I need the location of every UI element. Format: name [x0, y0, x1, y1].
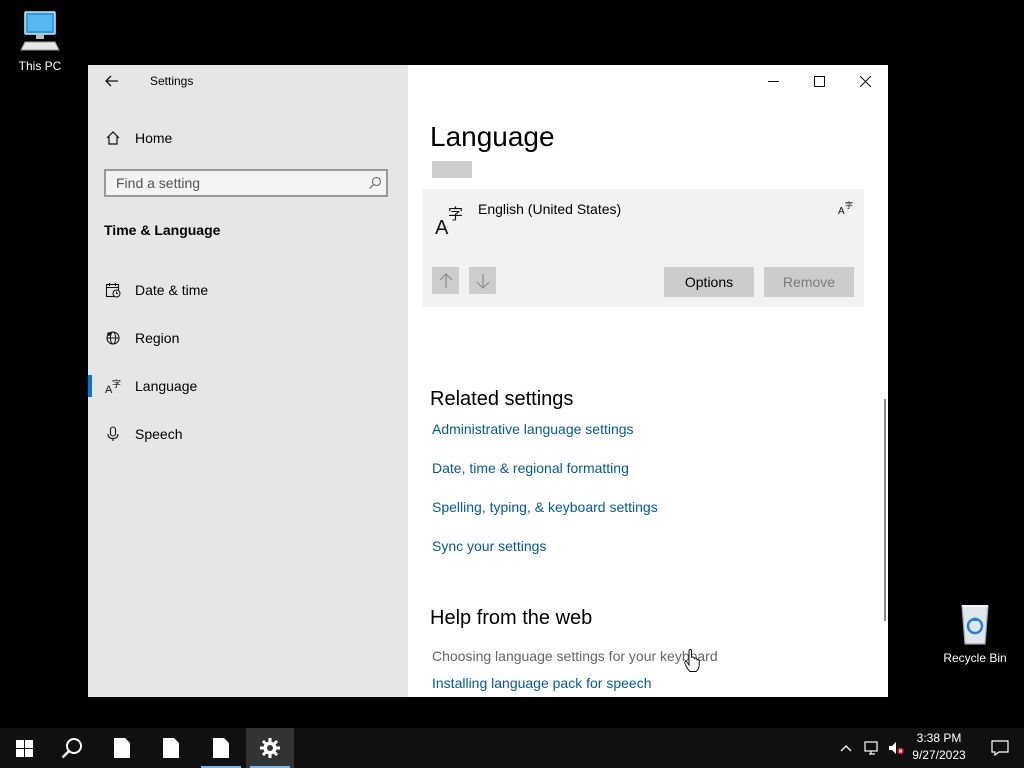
search-input[interactable]: [106, 174, 368, 192]
sidebar-item-label: Region: [135, 330, 180, 346]
home-icon: [104, 129, 122, 147]
sidebar-item-speech[interactable]: Speech: [104, 420, 182, 448]
language-list-item[interactable]: A字 English (United States) A字 Options Re…: [422, 189, 864, 307]
maximize-button[interactable]: [796, 65, 842, 97]
search-icon[interactable]: [368, 176, 382, 190]
administrative-language-settings-link[interactable]: Administrative language settings: [432, 421, 634, 437]
language-icon: A字: [104, 377, 122, 395]
search-taskbar-button[interactable]: [48, 728, 96, 768]
sidebar-item-home[interactable]: Home: [104, 124, 172, 152]
date-time-regional-formatting-link[interactable]: Date, time & regional formatting: [432, 460, 629, 476]
sidebar-item-label: Date & time: [135, 282, 209, 298]
vertical-scrollbar[interactable]: [884, 399, 886, 621]
maximize-icon: [813, 75, 825, 87]
arrow-down-icon: [476, 273, 489, 289]
document-icon: [163, 738, 179, 758]
sidebar-item-home-label: Home: [135, 130, 173, 146]
settings-main-pane: Language A字 English (United States) A字 O…: [408, 65, 888, 697]
help-from-web-heading: Help from the web: [430, 607, 593, 629]
options-button[interactable]: Options: [664, 267, 754, 297]
sidebar-item-label: Speech: [135, 426, 183, 442]
globe-icon: [104, 329, 122, 347]
microphone-icon: [104, 425, 122, 443]
partial-up-arrow-button[interactable]: [432, 161, 472, 178]
move-down-button[interactable]: [469, 267, 496, 294]
computer-icon: [20, 11, 60, 51]
network-icon: [864, 741, 878, 755]
language-name: English (United States): [478, 201, 622, 217]
document-icon: [114, 738, 130, 758]
recycle-bin-icon: [961, 605, 989, 645]
mouse-cursor-hand-icon: [684, 649, 700, 678]
volume-muted-icon: [889, 742, 904, 755]
svg-text:字: 字: [112, 378, 121, 390]
back-arrow-icon: [105, 75, 118, 87]
sidebar-group-heading: Time & Language: [104, 222, 221, 238]
volume-button[interactable]: [884, 728, 908, 768]
document-icon: [213, 738, 229, 758]
chevron-up-icon: [840, 745, 852, 752]
clock-date: 9/27/2023: [912, 748, 966, 762]
help-link-keyboard[interactable]: Choosing language settings for your keyb…: [432, 648, 718, 664]
recycle-bin-desktop-icon[interactable]: Recycle Bin: [935, 602, 1015, 665]
selection-indicator: [88, 375, 92, 397]
gear-icon: [260, 738, 280, 758]
find-setting-search[interactable]: [104, 169, 388, 197]
display-language-icon: A字: [838, 199, 854, 220]
page-title: Language: [430, 121, 555, 152]
minimize-button[interactable]: [750, 65, 796, 97]
svg-text:字: 字: [845, 200, 853, 210]
taskbar-file-3[interactable]: [197, 728, 245, 768]
spelling-typing-keyboard-settings-link[interactable]: Spelling, typing, & keyboard settings: [432, 499, 658, 515]
recycle-bin-label: Recycle Bin: [943, 651, 1007, 665]
back-button[interactable]: [102, 70, 122, 92]
calendar-clock-icon: [104, 281, 122, 299]
window-title: Settings: [150, 74, 194, 88]
settings-sidebar: Settings Home Time & Language Date & tim…: [88, 65, 408, 697]
this-pc-desktop-icon[interactable]: This PC: [0, 10, 80, 73]
action-center-button[interactable]: [976, 728, 1024, 768]
clock-time: 3:38 PM: [916, 731, 962, 745]
sync-your-settings-link[interactable]: Sync your settings: [432, 538, 546, 554]
language-pack-icon: A字: [434, 203, 468, 242]
search-icon: [61, 738, 82, 759]
network-button[interactable]: [860, 728, 884, 768]
start-button[interactable]: [0, 728, 48, 768]
windows-logo-icon: [15, 739, 33, 757]
sidebar-item-region[interactable]: Region: [104, 324, 179, 352]
this-pc-label: This PC: [18, 59, 62, 73]
sidebar-item-date-time[interactable]: Date & time: [104, 276, 208, 304]
notification-icon: [991, 740, 1009, 756]
minimize-icon: [767, 80, 779, 82]
svg-text:字: 字: [448, 205, 463, 223]
help-link-speech[interactable]: Installing language pack for speech: [432, 675, 651, 691]
related-settings-heading: Related settings: [430, 388, 574, 410]
taskbar-file-2[interactable]: [147, 728, 195, 768]
move-up-button[interactable]: [432, 267, 459, 294]
close-icon: [859, 75, 871, 87]
taskbar-file-1[interactable]: [98, 728, 146, 768]
taskbar: 3:38 PM 9/27/2023: [0, 728, 1024, 768]
sidebar-item-label: Language: [135, 378, 198, 394]
svg-text:A: A: [435, 217, 449, 237]
svg-text:A: A: [838, 206, 845, 215]
close-button[interactable]: [842, 65, 888, 97]
sidebar-item-language[interactable]: A字 Language: [104, 372, 197, 400]
remove-button[interactable]: Remove: [764, 267, 854, 297]
show-hidden-icons-button[interactable]: [834, 728, 858, 768]
taskbar-clock[interactable]: 3:38 PM 9/27/2023: [906, 730, 972, 764]
settings-window: Settings Home Time & Language Date & tim…: [88, 65, 888, 697]
arrow-up-icon: [439, 272, 452, 288]
taskbar-settings-button[interactable]: [246, 728, 294, 768]
